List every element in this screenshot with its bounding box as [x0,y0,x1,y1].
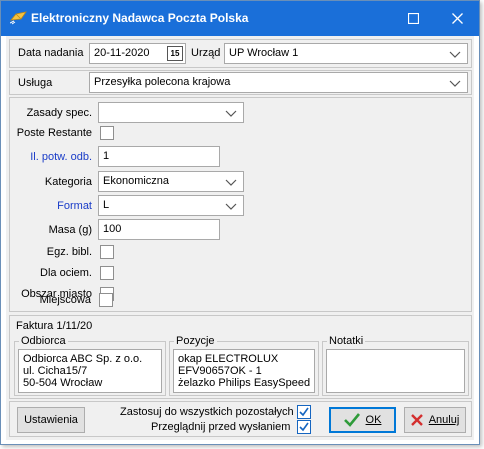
dialog-client-area: Data nadania 20-11-2020 15 Urząd UP Wroc… [6,36,474,440]
notatki-section: Notatki [322,335,469,396]
main-window: Elektroniczny Nadawca Poczta Polska Data… [0,0,480,445]
dla-ociem-checkbox[interactable] [100,266,114,280]
zasady-label: Zasady spec. [26,107,92,119]
il-potw-odb-field[interactable]: 1 [98,146,220,167]
office-value: UP Wrocław 1 [229,47,299,59]
poste-restante-label: Poste Restante [16,127,92,139]
kategoria-label: Kategoria [44,176,92,188]
miejscowa-label: Miejscowa [39,294,91,306]
ok-check-icon [343,413,360,427]
settings-button[interactable]: Ustawienia [17,407,85,433]
service-group: Usługa Przesyłka polecona krajowa [9,70,472,95]
poste-restante-checkbox[interactable] [100,126,114,140]
masa-value: 100 [103,223,122,235]
pozycje-legend: Pozycje [174,335,217,347]
miejscowa-checkbox[interactable] [99,293,113,307]
apply-all-checkbox[interactable] [297,405,311,419]
app-envelope-icon [10,11,27,25]
chevron-down-icon [225,203,237,210]
chevron-down-icon [449,80,461,87]
window-title: Elektroniczny Nadawca Poczta Polska [31,11,249,25]
shipment-details-group: Zasady spec. Poste Restante Il. potw. od… [9,97,472,312]
format-value: L [103,199,110,211]
calendar-day-number: 15 [170,49,180,58]
odbiorca-textbox[interactable]: Odbiorca ABC Sp. z o.o. ul. Cicha15/7 50… [18,349,162,393]
service-value: Przesyłka polecona krajowa [94,76,231,88]
apply-all-label: Zastosuj do wszystkich pozostałych [120,406,294,418]
date-value: 20-11-2020 [94,47,150,59]
kategoria-select[interactable]: Ekonomiczna [98,171,244,192]
footer-bar: Ustawienia Zastosuj do wszystkich pozost… [9,401,472,437]
checkmark-icon [299,407,309,417]
notatki-textbox[interactable] [326,349,465,393]
odbiorca-line: 50-504 Wrocław [23,377,103,389]
pozycje-section: Pozycje okap ELECTROLUX EFV90657OK - 1 ż… [169,335,319,396]
office-select[interactable]: UP Wrocław 1 [224,43,468,64]
kategoria-value: Ekonomiczna [103,175,170,187]
egz-bibl-label: Egz. bibl. [46,246,92,258]
ok-button-label: OK [365,414,382,426]
maximize-icon [407,13,419,24]
title-bar[interactable]: Elektroniczny Nadawca Poczta Polska [1,1,479,36]
il-potw-odb-value: 1 [103,150,110,162]
odbiorca-section: Odbiorca Odbiorca ABC Sp. z o.o. ul. Cic… [14,335,166,396]
invoice-group: Faktura 1/11/20 Odbiorca Odbiorca ABC Sp… [9,315,472,399]
preview-checkbox[interactable] [297,420,311,434]
notatki-legend: Notatki [327,335,366,347]
pozycje-line: EFV90657OK - 1 [178,365,262,377]
preview-label: Przeglądnij przed wysłaniem [151,421,291,433]
chevron-down-icon [225,179,237,186]
cancel-x-icon [410,414,423,426]
odbiorca-line: Odbiorca ABC Sp. z o.o. [23,353,143,365]
dla-ociem-label: Dla ociem. [40,267,92,279]
zasady-select[interactable] [98,102,244,123]
calendar-icon[interactable]: 15 [167,46,183,61]
office-label: Urząd [191,47,221,59]
ok-button[interactable]: OK [329,407,396,433]
service-label: Usługa [18,77,53,89]
maximize-button[interactable] [391,1,435,36]
il-potw-odb-label: Il. potw. odb. [30,151,92,163]
close-button[interactable] [435,1,479,36]
egz-bibl-checkbox[interactable] [100,245,114,259]
chevron-down-icon [225,110,237,117]
settings-button-label: Ustawienia [24,414,78,426]
pozycje-line: żelazko Philips EasySpeed [178,377,311,389]
format-label: Format [57,200,92,212]
masa-field[interactable]: 100 [98,219,220,240]
pozycje-line: okap ELECTROLUX [178,353,279,365]
cancel-button-label: Anuluj [428,414,460,426]
date-label: Data nadania [18,47,84,59]
odbiorca-legend: Odbiorca [19,335,68,347]
invoice-title: Faktura 1/11/20 [16,320,93,332]
checkmark-icon [299,422,309,432]
format-select[interactable]: L [98,195,244,216]
pozycje-textbox[interactable]: okap ELECTROLUX EFV90657OK - 1 żelazko P… [173,349,315,393]
close-icon [451,13,463,24]
cancel-button[interactable]: Anuluj [404,407,466,433]
chevron-down-icon [449,51,461,58]
header-group: Data nadania 20-11-2020 15 Urząd UP Wroc… [9,39,472,68]
service-select[interactable]: Przesyłka polecona krajowa [89,72,468,93]
masa-label: Masa (g) [48,224,92,236]
odbiorca-line: ul. Cicha15/7 [23,365,88,377]
